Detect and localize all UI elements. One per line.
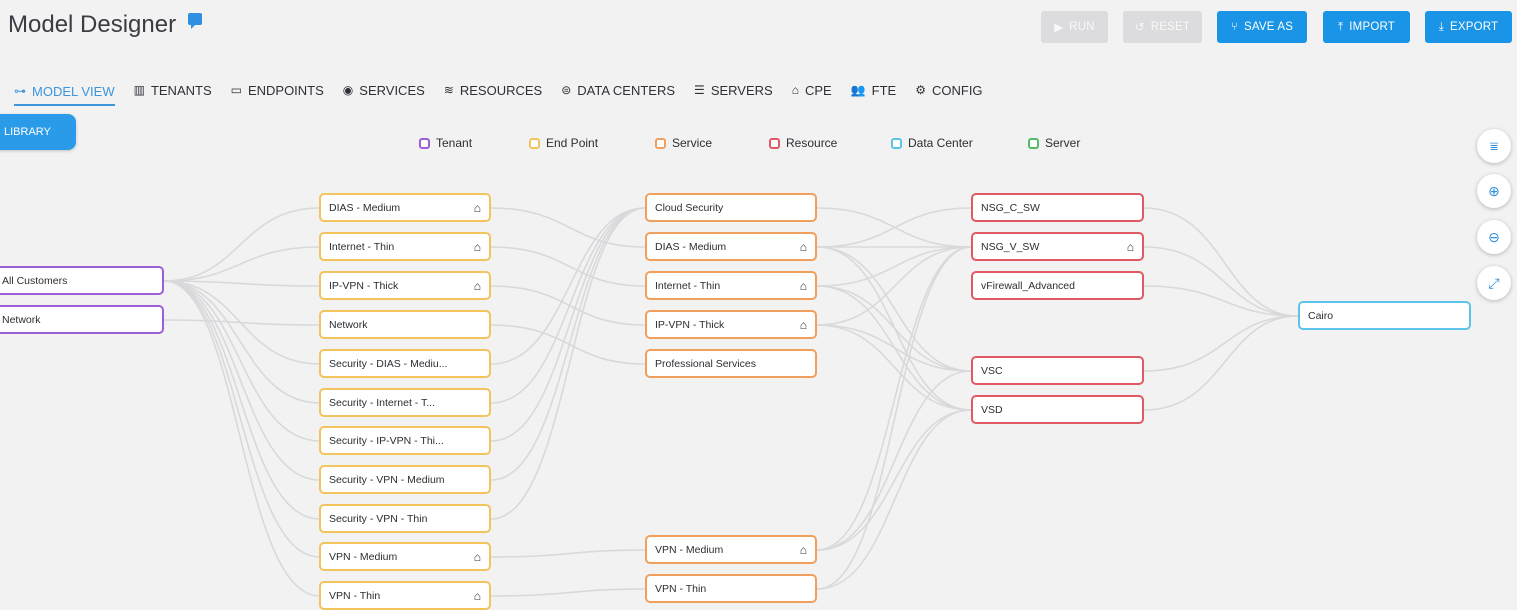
tenant-node[interactable]: All Customers: [0, 266, 164, 295]
endpoint-node[interactable]: Security - IP-VPN - Thi...: [319, 426, 491, 455]
resource-node[interactable]: VSD: [971, 395, 1144, 424]
tenant-node[interactable]: Network: [0, 305, 164, 334]
connection-lines: [163, 207, 1299, 597]
service-node[interactable]: Internet - Thin ⌂: [645, 271, 817, 300]
service-node[interactable]: IP-VPN - Thick ⌂: [645, 310, 817, 339]
resource-node[interactable]: NSG_V_SW ⌂: [971, 232, 1144, 261]
endpoint-node[interactable]: Security - VPN - Thin: [319, 504, 491, 533]
router-icon: ⌂: [799, 239, 807, 254]
service-node[interactable]: VPN - Medium ⌂: [645, 535, 817, 564]
endpoint-node[interactable]: Security - DIAS - Mediu...: [319, 349, 491, 378]
router-icon: ⌂: [473, 239, 481, 254]
router-icon: ⌂: [1126, 239, 1134, 254]
endpoint-node[interactable]: Internet - Thin ⌂: [319, 232, 491, 261]
router-icon: ⌂: [799, 278, 807, 293]
endpoint-node[interactable]: VPN - Thin ⌂: [319, 581, 491, 610]
service-node[interactable]: VPN - Thin: [645, 574, 817, 603]
resource-node[interactable]: VSC: [971, 356, 1144, 385]
service-node[interactable]: Professional Services: [645, 349, 817, 378]
service-node[interactable]: DIAS - Medium ⌂: [645, 232, 817, 261]
router-icon: ⌂: [473, 588, 481, 603]
router-icon: ⌂: [799, 317, 807, 332]
service-node[interactable]: Cloud Security: [645, 193, 817, 222]
resource-node[interactable]: vFirewall_Advanced: [971, 271, 1144, 300]
datacenter-node[interactable]: Cairo: [1298, 301, 1471, 330]
router-icon: ⌂: [799, 542, 807, 557]
endpoint-node[interactable]: DIAS - Medium ⌂: [319, 193, 491, 222]
router-icon: ⌂: [473, 549, 481, 564]
endpoint-node[interactable]: IP-VPN - Thick ⌂: [319, 271, 491, 300]
resource-node[interactable]: NSG_C_SW: [971, 193, 1144, 222]
router-icon: ⌂: [473, 278, 481, 293]
endpoint-node[interactable]: Security - Internet - T...: [319, 388, 491, 417]
endpoint-node[interactable]: Security - VPN - Medium: [319, 465, 491, 494]
router-icon: ⌂: [473, 200, 481, 215]
endpoint-node[interactable]: Network: [319, 310, 491, 339]
endpoint-node[interactable]: VPN - Medium ⌂: [319, 542, 491, 571]
